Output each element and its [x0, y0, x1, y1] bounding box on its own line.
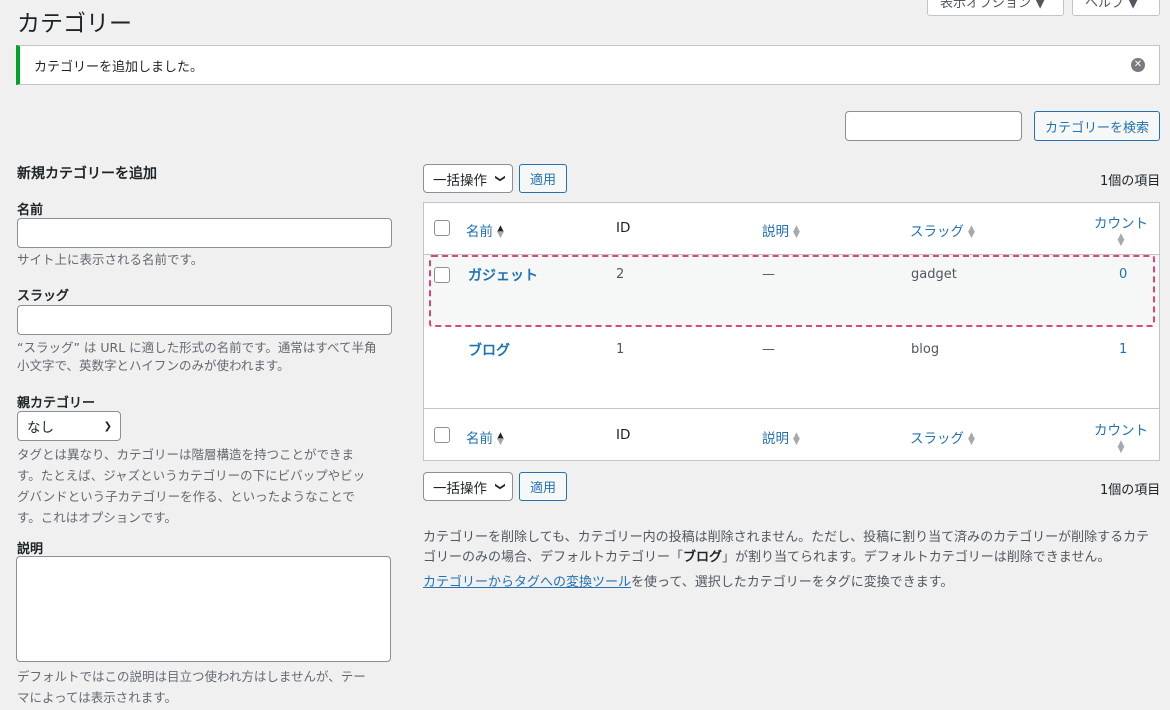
row-id: 1	[616, 342, 625, 357]
column-description[interactable]: 説明 ▲ ▼	[762, 220, 800, 240]
bulk-action-label: 一括操作	[433, 480, 487, 497]
select-all-checkbox[interactable]	[434, 220, 450, 236]
dismiss-icon[interactable]: ✕	[1131, 58, 1145, 72]
search-categories-button[interactable]: カテゴリーを検索	[1034, 111, 1160, 141]
parent-help-line-1: タグとは異なり、カテゴリーは階層構造を持つことができま	[17, 447, 355, 462]
note-text: ゴリーのみの場合、デフォルトカテゴリー「	[423, 550, 684, 565]
converter-note-text: を使って、選択したカテゴリーをタグに変換できます。	[631, 575, 954, 590]
description-label: 説明	[17, 542, 44, 557]
column-description-label: 説明	[762, 431, 789, 447]
delete-note-line-1: カテゴリーを削除しても、カテゴリー内の投稿は削除されません。ただし、投稿に割り当…	[423, 530, 1150, 545]
name-help: サイト上に表示される名前です。	[17, 252, 204, 267]
bulk-action-label: 一括操作	[433, 172, 487, 189]
column-description-label: 説明	[762, 224, 789, 240]
table-row: ブログ 1 — blog 1	[424, 327, 1159, 407]
column-slug-footer[interactable]: スラッグ ▲ ▼	[910, 427, 975, 447]
apply-button-bottom[interactable]: 適用	[519, 472, 567, 501]
sort-icon: ▲ ▼	[497, 431, 504, 447]
default-category-name: ブログ	[683, 550, 723, 565]
screen-options-button[interactable]: 表示オプション ▼	[927, 0, 1064, 16]
sort-icon: ▲ ▼	[968, 224, 975, 240]
chevron-down-icon: ❯	[494, 174, 506, 183]
parent-help-line-2: す。たとえば、ジャズというカテゴリーの下にビバップやビッ	[17, 468, 366, 483]
row-count-link[interactable]: 1	[1119, 342, 1127, 357]
row-slug: blog	[911, 342, 940, 357]
slug-label: スラッグ	[17, 289, 70, 304]
name-input[interactable]	[17, 218, 392, 248]
parent-help-line-4: す。これはオプションです。	[17, 510, 178, 525]
sort-icon: ▲ ▼	[793, 224, 800, 240]
sort-icon: ▲ ▼	[497, 224, 504, 240]
column-count-label: カウント	[1094, 216, 1148, 232]
item-count-bottom: 1個の項目	[1100, 483, 1161, 498]
notice-text: カテゴリーを追加しました。	[34, 59, 204, 75]
column-count[interactable]: カウント ▲ ▼	[1094, 212, 1148, 248]
categories-table: 名前 ▲ ▼ ID 説明 ▲ ▼ スラッグ ▲ ▼ カウント ▲ ▼ ガジェット 2 — gad…	[423, 202, 1160, 461]
search-input[interactable]	[845, 111, 1022, 141]
slug-help-line-2: 小文字で、英数字とハイフンのみが使われます。	[17, 358, 290, 373]
column-slug-label: スラッグ	[910, 224, 964, 240]
bulk-action-select-bottom[interactable]: 一括操作 ❯	[423, 472, 513, 501]
row-description: —	[762, 342, 775, 357]
bulk-action-select-top[interactable]: 一括操作 ❯	[423, 164, 513, 193]
column-slug[interactable]: スラッグ ▲ ▼	[910, 220, 975, 240]
converter-link[interactable]: カテゴリーからタグへの変換ツール	[423, 575, 631, 590]
description-help-line-1: デフォルトではこの説明は目立つ使われ方はしませんが、テー	[17, 669, 366, 684]
slug-input[interactable]	[17, 305, 392, 335]
help-button[interactable]: ヘルプ ▼	[1072, 0, 1160, 16]
sort-icon: ▲ ▼	[968, 431, 975, 447]
sort-icon: ▲ ▼	[1117, 232, 1125, 248]
note-text: 」が割り当てられます。デフォルトカテゴリーは削除できません。	[722, 550, 1111, 565]
column-count-footer[interactable]: カウント ▲ ▼	[1094, 419, 1148, 455]
column-id: ID	[616, 220, 631, 236]
add-category-heading: 新規カテゴリーを追加	[17, 166, 157, 182]
chevron-down-icon: ❯	[103, 420, 112, 432]
column-slug-label: スラッグ	[910, 431, 964, 447]
row-highlight-frame	[429, 255, 1155, 327]
description-textarea[interactable]	[16, 556, 391, 662]
converter-note: カテゴリーからタグへの変換ツールを使って、選択したカテゴリーをタグに変換できます…	[423, 572, 953, 593]
sort-icon: ▲ ▼	[1117, 439, 1125, 455]
select-all-checkbox-bottom[interactable]	[434, 427, 450, 443]
parent-selected-value: なし	[27, 420, 54, 436]
column-name[interactable]: 名前 ▲ ▼	[466, 220, 504, 240]
column-count-label: カウント	[1094, 423, 1148, 439]
column-name-label: 名前	[466, 431, 493, 447]
column-name-footer[interactable]: 名前 ▲ ▼	[466, 427, 504, 447]
sort-icon: ▲ ▼	[793, 431, 800, 447]
page-title: カテゴリー	[17, 11, 132, 37]
parent-help-line-3: グバンドという子カテゴリーを作る、といったようなことで	[17, 489, 355, 504]
parent-label: 親カテゴリー	[17, 396, 96, 411]
column-id-footer: ID	[616, 427, 631, 443]
item-count-top: 1個の項目	[1100, 174, 1161, 189]
name-label: 名前	[17, 203, 44, 218]
parent-category-select[interactable]: なし ❯	[17, 411, 121, 441]
description-help-line-2: マによっては表示されます。	[17, 690, 178, 705]
column-name-label: 名前	[466, 224, 493, 240]
table-footer: 名前 ▲ ▼ ID 説明 ▲ ▼ スラッグ ▲ ▼ カウント ▲ ▼	[424, 408, 1159, 460]
row-name-link[interactable]: ブログ	[468, 340, 510, 360]
delete-note-line-2: ゴリーのみの場合、デフォルトカテゴリー「ブログ」が割り当てられます。デフォルトカ…	[423, 547, 1160, 568]
column-description-footer[interactable]: 説明 ▲ ▼	[762, 427, 800, 447]
success-notice: カテゴリーを追加しました。 ✕	[16, 45, 1160, 85]
chevron-down-icon: ❯	[494, 482, 506, 491]
table-header: 名前 ▲ ▼ ID 説明 ▲ ▼ スラッグ ▲ ▼ カウント ▲ ▼	[424, 203, 1159, 255]
apply-button-top[interactable]: 適用	[519, 164, 567, 193]
